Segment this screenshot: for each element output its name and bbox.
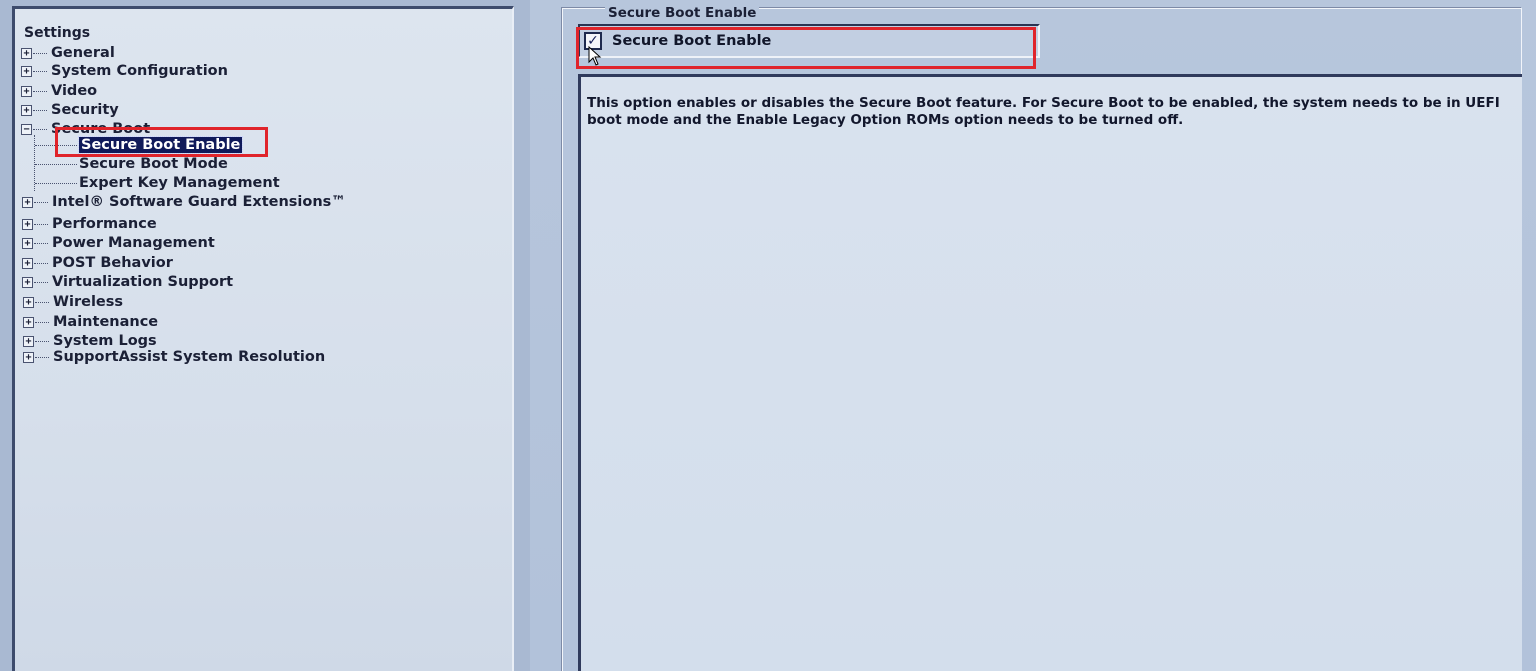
tree-item-label: System Configuration [51, 63, 228, 79]
tree-child-secure-boot-mode[interactable]: Secure Boot Mode [35, 155, 228, 173]
tree-item-label: Secure Boot [51, 121, 151, 137]
expand-icon[interactable]: + [23, 335, 34, 347]
tree-item-label: Power Management [52, 235, 215, 251]
tree-child-label: Expert Key Management [79, 175, 280, 191]
tree-child-label: Secure Boot Mode [79, 156, 228, 172]
tree-child-expert-key-management[interactable]: Expert Key Management [35, 174, 280, 192]
tree-item-security[interactable]: + Security [21, 101, 119, 119]
tree-item-label: Performance [52, 216, 157, 232]
tree-item-label: POST Behavior [52, 255, 173, 271]
tree-item-maintenance[interactable]: + Maintenance [23, 313, 158, 331]
tree-item-general[interactable]: + General [21, 44, 115, 62]
tree-item-label: General [51, 45, 115, 61]
expand-icon[interactable]: + [21, 85, 32, 97]
checkbox-label[interactable]: Secure Boot Enable [612, 33, 771, 49]
tree-item-label: Security [51, 102, 119, 118]
tree-item-supportassist[interactable]: + SupportAssist System Resolution [23, 348, 325, 366]
tree-child-label: Secure Boot Enable [77, 136, 244, 154]
tree-item-wireless[interactable]: + Wireless [23, 293, 123, 311]
expand-icon[interactable]: + [21, 104, 32, 116]
tree-item-virtualization-support[interactable]: + Virtualization Support [22, 273, 233, 291]
tree-child-secure-boot-enable[interactable]: Secure Boot Enable [35, 136, 244, 154]
secure-boot-enable-option[interactable]: ✓ Secure Boot Enable [578, 24, 1040, 58]
tree-item-label: Intel® Software Guard Extensions™ [52, 194, 346, 210]
expand-icon[interactable]: + [21, 47, 32, 59]
tree-item-label: Wireless [53, 294, 124, 310]
description-box: This option enables or disables the Secu… [578, 74, 1522, 671]
description-text: This option enables or disables the Secu… [587, 95, 1500, 128]
expand-icon[interactable]: + [22, 257, 33, 269]
group-title: Secure Boot Enable [605, 5, 760, 21]
tree-item-system-configuration[interactable]: + System Configuration [21, 62, 228, 80]
tree-item-label: Video [51, 83, 98, 99]
tree-item-video[interactable]: + Video [21, 82, 97, 100]
expand-icon[interactable]: + [22, 237, 33, 249]
expand-icon[interactable]: + [23, 316, 34, 328]
tree-item-post-behavior[interactable]: + POST Behavior [22, 254, 173, 272]
expand-icon[interactable]: + [23, 351, 34, 363]
tree-item-performance[interactable]: + Performance [22, 215, 157, 233]
tree-item-label: Virtualization Support [52, 274, 234, 290]
tree-item-intel-sgx[interactable]: + Intel® Software Guard Extensions™ [22, 193, 346, 211]
tree-item-label: Maintenance [53, 314, 159, 330]
expand-icon[interactable]: + [22, 196, 33, 208]
expand-icon[interactable]: + [22, 276, 33, 288]
collapse-icon[interactable]: − [21, 123, 32, 135]
settings-tree[interactable]: Settings + General + System Configuratio… [12, 6, 514, 671]
expand-icon[interactable]: + [21, 65, 32, 77]
tree-item-label: System Logs [53, 333, 157, 349]
expand-icon[interactable]: + [22, 218, 33, 230]
tree-frame: Settings + General + System Configuratio… [0, 0, 530, 671]
content-area: Secure Boot Enable ✓ Secure Boot Enable … [530, 0, 1536, 671]
tree-root-settings: Settings [24, 25, 91, 41]
tree-item-label: SupportAssist System Resolution [53, 349, 326, 365]
mouse-pointer-icon [588, 46, 602, 66]
expand-icon[interactable]: + [23, 296, 34, 308]
tree-item-power-management[interactable]: + Power Management [22, 234, 215, 252]
